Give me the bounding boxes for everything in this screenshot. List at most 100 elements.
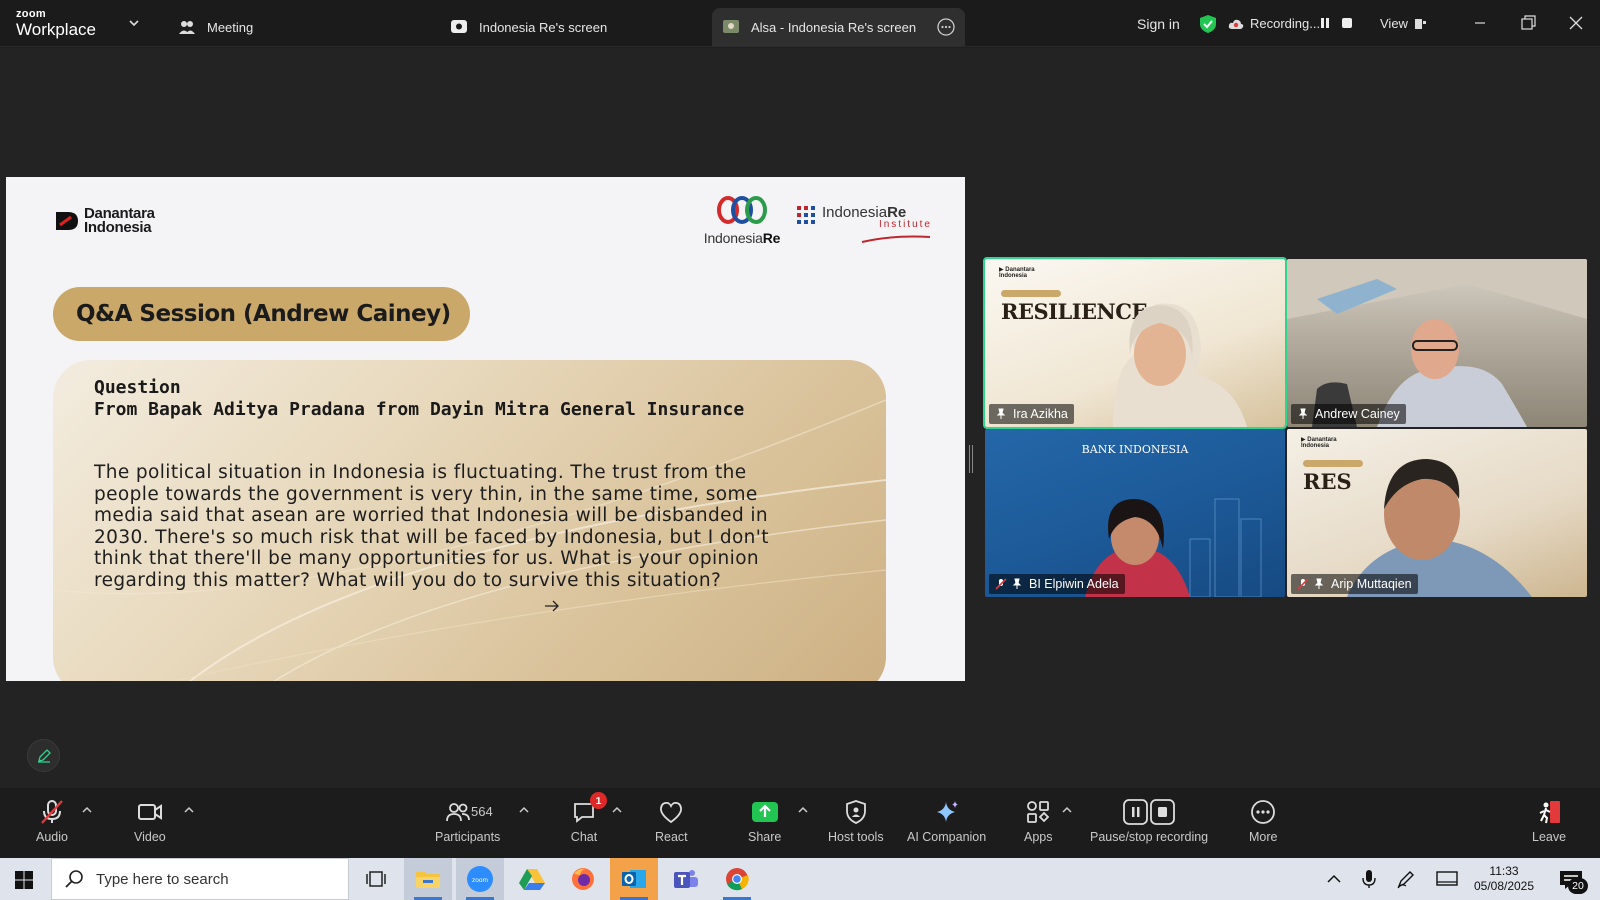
video-tile-andrew-cainey[interactable]: Andrew Cainey — [1287, 259, 1587, 427]
display-tray[interactable] — [1434, 858, 1460, 900]
zoom-app[interactable]: zoom — [456, 858, 504, 900]
more-options-icon[interactable] — [937, 18, 955, 36]
muted-mic-icon — [995, 578, 1007, 590]
task-view-button[interactable] — [352, 858, 400, 900]
tab-alsa-indonesia-re-screen[interactable]: Alsa - Indonesia Re's screen — [712, 8, 965, 46]
leave-button[interactable]: Leave — [1532, 792, 1566, 844]
folder-icon — [416, 872, 440, 888]
pen-tray[interactable] — [1394, 858, 1418, 900]
ire-prefix: Indonesia — [703, 230, 763, 246]
video-tile-bi-elpiwin-adela[interactable]: BANK INDONESIA BI Elpiwin Adela — [985, 429, 1285, 597]
tab-label: Meeting — [207, 19, 254, 35]
windows-start-icon[interactable] — [14, 870, 34, 890]
apps-button[interactable]: Apps — [1024, 792, 1053, 844]
participants-caret-icon[interactable] — [519, 806, 529, 814]
taskbar-clock[interactable]: 11:33 05/08/2025 — [1466, 864, 1542, 894]
search-icon — [65, 870, 83, 888]
shared-screen-slide[interactable]: Danantara Indonesia IndonesiaRe Indonesi… — [6, 177, 965, 681]
tab-meeting[interactable]: Meeting — [178, 8, 253, 46]
danantara-mark-icon — [56, 212, 78, 230]
participant-name-badge: Ira Azikha — [989, 404, 1074, 424]
sparkle-icon — [933, 798, 961, 826]
stop-recording-icon[interactable] — [1340, 16, 1354, 30]
pause-stop-label: Pause/stop recording — [1090, 830, 1209, 844]
question-line: The political situation in Indonesia is … — [94, 462, 747, 483]
video-tile-arip-muttaqien[interactable]: ▶ Danantara Indonesia RES Arip Muttaqien — [1287, 429, 1587, 597]
teams-app[interactable] — [662, 858, 710, 900]
outlook-app[interactable] — [610, 858, 658, 900]
tab-label: Indonesia Re's screen — [479, 19, 608, 35]
outlook-icon — [622, 870, 646, 888]
firefox-app[interactable] — [559, 858, 607, 900]
audio-button[interactable]: Audio — [36, 792, 68, 844]
firefox-icon — [572, 868, 594, 890]
institute-dots-icon — [797, 206, 815, 224]
notifications-count: 20 — [1568, 878, 1588, 894]
video-label: Video — [134, 830, 166, 844]
pause-stop-recording-button[interactable]: Pause/stop recording — [1090, 792, 1208, 844]
teams-icon — [674, 870, 698, 888]
heart-icon — [657, 798, 685, 826]
apps-label: Apps — [1024, 830, 1053, 844]
task-view-icon — [366, 871, 386, 887]
audio-label: Audio — [36, 830, 68, 844]
share-caret-icon[interactable] — [798, 806, 808, 814]
pause-recording-icon[interactable] — [1318, 16, 1332, 30]
more-button[interactable]: More — [1249, 792, 1277, 844]
show-hidden-icons-button[interactable] — [1322, 858, 1346, 900]
participants-count: 564 — [471, 804, 493, 819]
brand-bottom: Workplace — [16, 20, 96, 39]
chrome-app[interactable] — [713, 858, 761, 900]
participant-name-badge: Andrew Cainey — [1291, 404, 1406, 424]
minimize-icon[interactable] — [1470, 13, 1490, 33]
cloud-record-icon — [1228, 19, 1244, 29]
question-line: media said that asean are worried that I… — [94, 505, 769, 526]
video-button[interactable]: Video — [134, 792, 166, 844]
host-tools-label: Host tools — [828, 830, 884, 844]
apps-caret-icon[interactable] — [1062, 806, 1072, 814]
ire-suffix: Re — [762, 230, 781, 246]
view-menu[interactable]: View — [1380, 0, 1428, 47]
close-icon[interactable] — [1566, 13, 1586, 33]
participant-name: BI Elpiwin Adela — [1029, 577, 1119, 591]
audio-options-caret-icon[interactable] — [82, 806, 92, 814]
restore-icon[interactable] — [1518, 13, 1538, 33]
leave-icon — [1535, 798, 1563, 826]
participant-name: Ira Azikha — [1013, 407, 1068, 421]
video-tile-ira-azikha[interactable]: ▶ Danantara Indonesia RESILIENCE Ira Azik… — [983, 257, 1287, 429]
microphone-tray[interactable] — [1358, 858, 1380, 900]
video-options-caret-icon[interactable] — [184, 806, 194, 814]
share-button[interactable]: Share — [748, 792, 781, 844]
zoom-workplace-logo[interactable]: zoom Workplace — [16, 9, 126, 40]
google-drive-app[interactable] — [508, 858, 556, 900]
ai-companion-button[interactable]: AI Companion — [907, 792, 986, 844]
tab-indonesia-re-screen[interactable]: Indonesia Re's screen — [450, 8, 607, 46]
recording-status[interactable]: Recording... — [1228, 0, 1320, 47]
sign-in-link[interactable]: Sign in — [1137, 0, 1180, 47]
participant-silhouette — [1113, 303, 1247, 427]
danantara-line-2: Indonesia — [84, 219, 152, 236]
share-screen-icon — [751, 798, 779, 826]
security-shield-icon[interactable] — [1198, 0, 1218, 47]
screen-share-icon — [450, 18, 468, 36]
question-line: regarding this matter? What will you do … — [94, 569, 722, 591]
participant-silhouette — [1287, 259, 1587, 427]
apps-icon — [1024, 798, 1052, 826]
leave-label: Leave — [1532, 830, 1567, 844]
panel-splitter-handle[interactable] — [969, 445, 973, 473]
camera-icon — [136, 798, 164, 826]
host-tools-button[interactable]: Host tools — [828, 792, 884, 844]
view-label: View — [1380, 16, 1408, 31]
taskbar-search-box[interactable]: Type here to search — [51, 858, 349, 900]
chat-button[interactable]: 1 Chat — [570, 792, 607, 844]
participants-button[interactable]: 564 Participants — [435, 792, 500, 844]
participant-name-badge: BI Elpiwin Adela — [989, 574, 1125, 594]
chevron-down-icon[interactable] — [127, 16, 141, 30]
people-icon — [178, 18, 196, 36]
chat-caret-icon[interactable] — [612, 806, 622, 814]
annotate-pencil-button[interactable] — [27, 739, 60, 772]
file-explorer-app[interactable] — [404, 858, 452, 900]
chat-unread-badge: 1 — [590, 792, 607, 809]
participant-silhouette — [1085, 498, 1262, 597]
react-button[interactable]: React — [655, 792, 688, 844]
